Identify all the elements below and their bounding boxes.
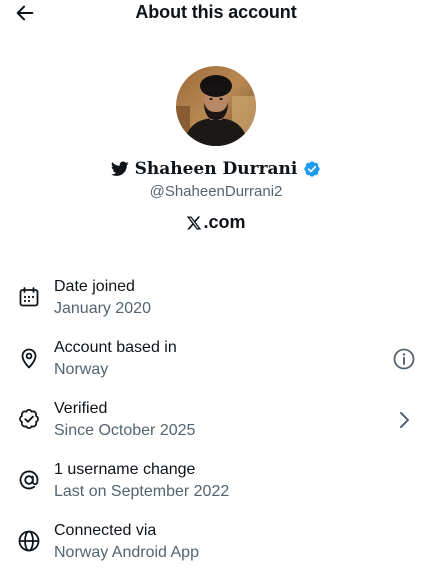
site-label: .com: [203, 212, 246, 232]
site-link[interactable]: .com: [0, 212, 432, 233]
row-connected-via: Connected via Norway Android App: [0, 520, 432, 572]
page-title: About this account: [135, 2, 297, 22]
row-title: Account based in: [54, 339, 177, 356]
top-bar: About this account: [0, 0, 432, 28]
globe-icon: [18, 530, 40, 552]
row-subtitle: January 2020: [54, 300, 151, 317]
row-subtitle: Last on September 2022: [54, 483, 230, 500]
calendar-icon: [19, 287, 39, 307]
profile-name-row: Shaheen Durrani: [0, 159, 432, 179]
verified-badge-icon: [304, 161, 321, 177]
row-subtitle: Norway Android App: [54, 544, 199, 561]
row-title: Date joined: [54, 278, 135, 295]
chevron-right-icon[interactable]: [392, 408, 416, 432]
row-subtitle: Since October 2025: [54, 422, 196, 439]
row-account-based-in: Account based in Norway: [0, 337, 432, 389]
twitter-bird-icon: [110, 161, 129, 176]
username-handle: @ShaheenDurrani2: [149, 183, 283, 200]
row-date-joined: Date joined January 2020: [0, 276, 432, 328]
row-verified[interactable]: Verified Since October 2025: [0, 398, 432, 450]
location-pin-icon: [21, 348, 37, 369]
row-subtitle: Norway: [54, 361, 109, 378]
verified-outline-icon: [19, 408, 39, 430]
row-title: 1 username change: [54, 461, 196, 478]
x-logo-icon: [187, 216, 202, 229]
avatar-image: [176, 66, 256, 146]
display-name: Shaheen Durrani: [134, 159, 298, 179]
row-title: Verified: [54, 400, 108, 417]
row-username-change: 1 username change Last on September 2022: [0, 459, 432, 511]
at-sign-icon: [19, 470, 39, 490]
avatar[interactable]: [176, 66, 256, 146]
row-title: Connected via: [54, 522, 157, 539]
info-icon[interactable]: [392, 347, 416, 371]
